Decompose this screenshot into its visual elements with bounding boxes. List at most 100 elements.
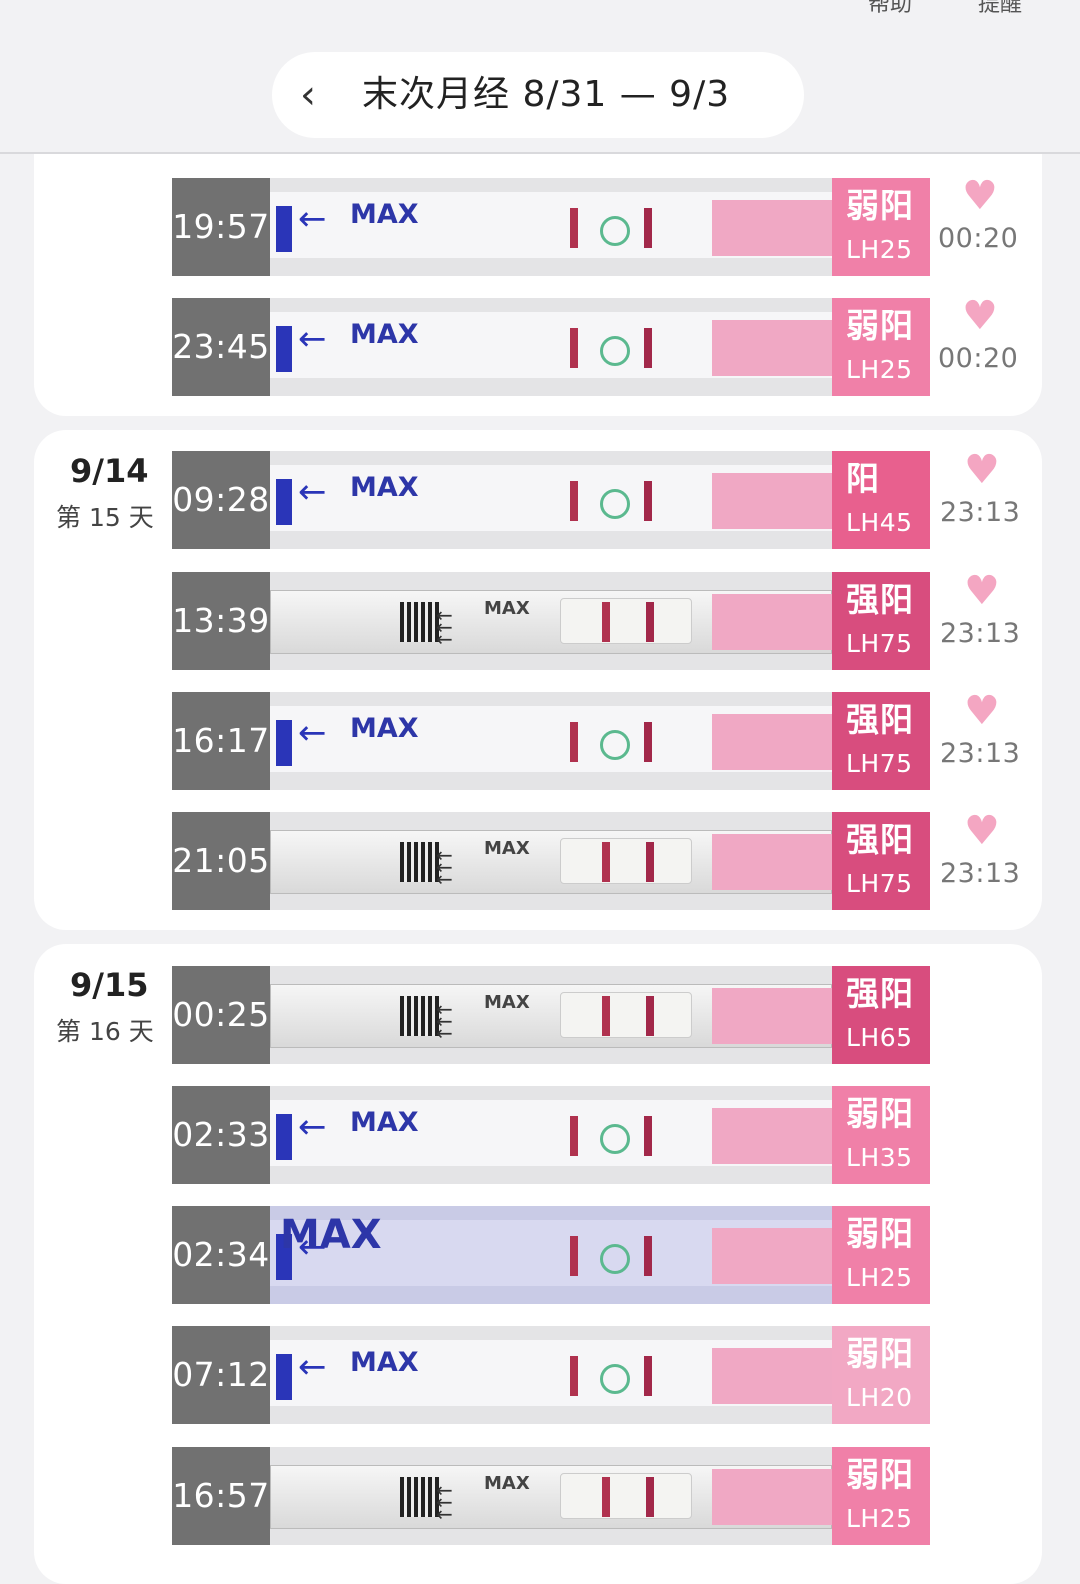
test-strip-photo: ← MAX	[270, 1086, 832, 1184]
test-line	[646, 996, 654, 1036]
remind-link[interactable]: 提醒	[978, 0, 1022, 18]
arrow-icon: ←	[298, 472, 327, 512]
result-window	[560, 992, 692, 1038]
result-window	[560, 1473, 692, 1519]
test-row[interactable]: 09:28 ← MAX 阳 LH45	[172, 451, 930, 549]
test-line	[644, 722, 652, 762]
flower-logo	[600, 216, 630, 246]
test-line	[644, 1116, 652, 1156]
max-mark: MAX	[484, 838, 530, 859]
max-line-marker	[276, 206, 292, 252]
heart-icon[interactable]: ♥	[962, 296, 998, 336]
test-strip-photo: ← ← ← MAX	[270, 966, 832, 1064]
flower-logo	[600, 489, 630, 519]
lh-value: LH35	[846, 1143, 913, 1172]
result-label: 强阳	[846, 820, 914, 859]
lh-value: LH45	[846, 508, 913, 537]
arrow-icon: ←	[436, 867, 453, 891]
test-strip-photo: ← ← ← MAX	[270, 1447, 832, 1545]
heart-icon[interactable]: ♥	[964, 450, 1000, 490]
strip-pink-end	[712, 200, 832, 256]
test-time: 16:57	[172, 1447, 270, 1545]
test-row[interactable]: 07:12 ← MAX 弱阳 LH20	[172, 1326, 930, 1424]
intercourse-time: 23:13	[940, 618, 1021, 649]
test-row[interactable]: 02:34 ← MAX 弱阳 LH25	[172, 1206, 930, 1304]
result-label: 强阳	[846, 974, 914, 1013]
lh-value: LH75	[846, 869, 913, 898]
test-time: 02:34	[172, 1206, 270, 1304]
control-line	[602, 602, 610, 642]
heart-icon[interactable]: ♥	[964, 691, 1000, 731]
test-strip-photo: ← MAX	[270, 1326, 832, 1424]
heart-icon[interactable]: ♥	[964, 811, 1000, 851]
intercourse-time: 00:20	[938, 343, 1019, 374]
test-row[interactable]: 23:45 ← MAX 弱阳 LH25	[172, 298, 930, 396]
test-row[interactable]: 16:17 ← MAX 强阳 LH75	[172, 692, 930, 790]
test-strip-photo: ← MAX	[270, 178, 832, 276]
cassette-grip	[400, 842, 440, 882]
arrow-icon: ←	[436, 627, 453, 651]
result-label: 弱阳	[846, 1214, 914, 1253]
help-link[interactable]: 帮助	[868, 0, 912, 18]
heart-icon[interactable]: ♥	[964, 571, 1000, 611]
flower-logo	[600, 730, 630, 760]
result-badge: 弱阳 LH20	[832, 1326, 930, 1424]
result-badge: 强阳 LH75	[832, 812, 930, 910]
result-label: 弱阳	[846, 1455, 914, 1494]
max-mark: MAX	[484, 992, 530, 1013]
test-time: 09:28	[172, 451, 270, 549]
control-line	[570, 722, 578, 762]
max-mark: MAX	[350, 472, 419, 503]
max-mark: MAX	[350, 1107, 419, 1138]
cycle-day-label: 第 15 天	[56, 503, 154, 532]
strip-pink-end	[712, 473, 832, 529]
control-line	[602, 842, 610, 882]
test-row[interactable]: 13:39 ← ← ← MAX 强阳 LH75	[172, 572, 930, 670]
cassette-grip	[400, 1477, 440, 1517]
test-row[interactable]: 21:05 ← ← ← MAX 强阳 LH75	[172, 812, 930, 910]
result-label: 弱阳	[846, 1094, 914, 1133]
test-time: 00:25	[172, 966, 270, 1064]
chevron-left-icon[interactable]: ‹	[300, 68, 316, 122]
test-time: 07:12	[172, 1326, 270, 1424]
max-mark: MAX	[484, 1473, 530, 1494]
lh-value: LH20	[846, 1383, 913, 1412]
intercourse-time: 23:13	[940, 738, 1021, 769]
cassette-grip	[400, 602, 440, 642]
result-badge: 弱阳 LH35	[832, 1086, 930, 1184]
control-line	[602, 1477, 610, 1517]
test-strip-photo: ← ← ← MAX	[270, 812, 832, 910]
max-line-marker	[276, 479, 292, 525]
flower-logo	[600, 1244, 630, 1274]
test-row[interactable]: 19:57 ← MAX 弱阳 LH25	[172, 178, 930, 276]
day-date: 9/15	[70, 966, 149, 1004]
result-badge: 弱阳 LH25	[832, 178, 930, 276]
test-row[interactable]: 16:57 ← ← ← MAX 弱阳 LH25	[172, 1447, 930, 1545]
test-strip-photo: ← MAX	[270, 692, 832, 790]
heart-icon[interactable]: ♥	[962, 176, 998, 216]
cassette-grip	[400, 996, 440, 1036]
test-line	[644, 1236, 652, 1276]
test-row[interactable]: 00:25 ← ← ← MAX 强阳 LH65	[172, 966, 930, 1064]
test-line	[644, 208, 652, 248]
arrow-icon: ←	[436, 1021, 453, 1045]
test-line	[646, 1477, 654, 1517]
max-mark: MAX	[350, 713, 419, 744]
test-row[interactable]: 02:33 ← MAX 弱阳 LH35	[172, 1086, 930, 1184]
strip-pink-end	[712, 594, 832, 650]
result-badge: 弱阳 LH25	[832, 1206, 930, 1304]
max-mark: MAX	[280, 1212, 382, 1258]
strip-pink-end	[712, 714, 832, 770]
arrow-icon: ←	[298, 319, 327, 359]
result-badge: 强阳 LH75	[832, 692, 930, 790]
test-time: 16:17	[172, 692, 270, 790]
test-time: 21:05	[172, 812, 270, 910]
max-mark: MAX	[484, 598, 530, 619]
top-bar: 帮助 提醒 ‹ 末次月经 8/31 — 9/3	[0, 0, 1080, 154]
test-time: 02:33	[172, 1086, 270, 1184]
result-badge: 强阳 LH65	[832, 966, 930, 1064]
lh-value: LH25	[846, 1263, 913, 1292]
lh-value: LH25	[846, 1504, 913, 1533]
lh-value: LH25	[846, 355, 913, 384]
lh-value: LH65	[846, 1023, 913, 1052]
